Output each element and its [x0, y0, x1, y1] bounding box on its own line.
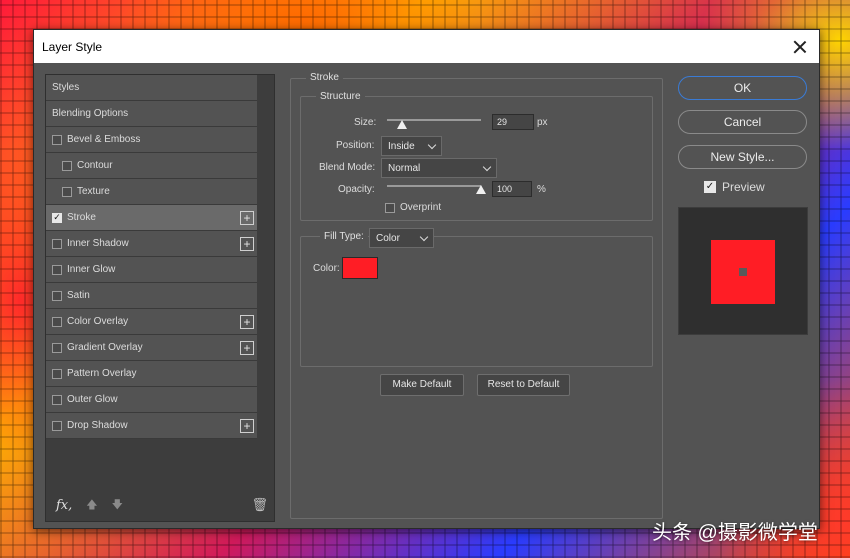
style-item-label: Stroke	[67, 212, 96, 223]
move-down-icon[interactable]: 🡇	[112, 496, 123, 515]
new-style-button[interactable]: New Style...	[678, 145, 807, 169]
style-checkbox[interactable]	[62, 186, 72, 197]
opacity-slider-track[interactable]	[387, 185, 481, 187]
styles-list: Styles Blending Options Bevel & Emboss Cont…	[45, 74, 275, 522]
position-select[interactable]: Inside	[381, 136, 442, 156]
opacity-label: Opacity:	[338, 184, 375, 195]
style-checkbox[interactable]	[62, 160, 72, 171]
chevron-down-icon	[427, 140, 437, 150]
fill-type-label: Fill Type:	[320, 231, 368, 242]
style-item-label: Color Overlay	[67, 316, 129, 327]
style-item-label: Inner Glow	[67, 264, 116, 275]
add-instance-icon[interactable]: +	[240, 315, 254, 329]
reset-to-default-button[interactable]: Reset to Default	[477, 374, 570, 396]
overprint-label: Overprint	[400, 202, 442, 213]
blend-mode-select[interactable]: Normal	[381, 158, 497, 178]
style-item-inner-glow[interactable]: Inner Glow	[46, 257, 258, 283]
style-checkbox[interactable]	[52, 264, 62, 275]
style-item-color-overlay[interactable]: Color Overlay +	[46, 309, 258, 335]
fx-menu-icon[interactable]: fx,	[56, 498, 72, 513]
style-checkbox[interactable]	[52, 290, 62, 301]
add-instance-icon[interactable]: +	[240, 419, 254, 433]
style-checkbox[interactable]: ✓	[52, 212, 62, 223]
style-item-gradient-overlay[interactable]: Gradient Overlay +	[46, 335, 258, 361]
chevron-down-icon	[419, 232, 429, 242]
make-default-button[interactable]: Make Default	[380, 374, 464, 396]
stroke-title: Stroke	[306, 72, 343, 83]
style-item-label: Styles	[52, 82, 80, 93]
delete-icon[interactable]: 🗑	[251, 497, 268, 513]
watermark-text: 头条 @摄影微学堂	[652, 522, 818, 544]
position-label: Position:	[336, 140, 375, 151]
style-checkbox[interactable]	[52, 394, 62, 405]
stroke-color-swatch[interactable]	[342, 257, 378, 279]
fill-type-value: Color	[376, 233, 400, 244]
chevron-down-icon	[482, 162, 492, 172]
style-checkbox[interactable]	[52, 342, 62, 353]
styles-list-footer: fx, 🡅 🡇 🗑	[46, 489, 268, 521]
style-checkbox[interactable]	[52, 238, 62, 249]
style-item-bevel-emboss[interactable]: Bevel & Emboss	[46, 127, 258, 153]
style-item-contour[interactable]: Contour	[46, 153, 258, 179]
add-instance-icon[interactable]: +	[240, 211, 254, 225]
layer-style-dialog: Layer Style Styles Blending Options Bevel …	[33, 29, 820, 529]
style-item-drop-shadow[interactable]: Drop Shadow +	[46, 413, 258, 439]
overprint-checkbox[interactable]	[385, 203, 395, 213]
style-item-label: Contour	[77, 160, 113, 171]
window-title: Layer Style	[42, 39, 103, 54]
style-item-label: Blending Options	[52, 108, 129, 119]
style-item-outer-glow[interactable]: Outer Glow	[46, 387, 258, 413]
preview-checkbox[interactable]: ✓	[704, 181, 716, 193]
opacity-unit: %	[537, 184, 546, 195]
style-item-texture[interactable]: Texture	[46, 179, 258, 205]
style-item-label: Texture	[77, 186, 110, 197]
style-item-label: Pattern Overlay	[67, 368, 137, 379]
preview-thumbnail	[678, 207, 808, 335]
add-instance-icon[interactable]: +	[240, 237, 254, 251]
ok-button[interactable]: OK	[678, 76, 807, 100]
preview-stroke-square	[711, 240, 775, 304]
cancel-button[interactable]: Cancel	[678, 110, 807, 134]
styles-list-scrollbar[interactable]	[257, 75, 274, 521]
style-item-pattern-overlay[interactable]: Pattern Overlay	[46, 361, 258, 387]
style-item-label: Drop Shadow	[67, 420, 128, 431]
styles-list-rows: Styles Blending Options Bevel & Emboss Cont…	[46, 75, 258, 439]
opacity-slider-thumb[interactable]	[476, 185, 486, 194]
size-unit: px	[537, 117, 548, 128]
style-item-inner-shadow[interactable]: Inner Shadow +	[46, 231, 258, 257]
style-item-label: Bevel & Emboss	[67, 134, 141, 145]
fx-sub-label: ,	[68, 497, 73, 513]
fill-type-select[interactable]: Color	[369, 228, 434, 248]
style-checkbox[interactable]	[52, 368, 62, 379]
blend-mode-label: Blend Mode:	[319, 162, 376, 173]
preview-label: Preview	[722, 180, 765, 194]
preview-center	[739, 268, 747, 276]
position-value: Inside	[388, 141, 415, 152]
style-item-label: Satin	[67, 290, 90, 301]
fill-type-group	[300, 236, 653, 367]
style-checkbox[interactable]	[52, 316, 62, 327]
style-item-label: Gradient Overlay	[67, 342, 143, 353]
style-item-styles[interactable]: Styles	[46, 75, 258, 101]
style-item-satin[interactable]: Satin	[46, 283, 258, 309]
style-checkbox[interactable]	[52, 134, 62, 145]
style-item-blending-options[interactable]: Blending Options	[46, 101, 258, 127]
opacity-input[interactable]: 100	[492, 181, 532, 197]
close-icon[interactable]	[791, 38, 809, 56]
style-item-stroke[interactable]: ✓ Stroke +	[46, 205, 258, 231]
fx-label: fx	[56, 497, 69, 513]
style-checkbox[interactable]	[52, 420, 62, 431]
blend-mode-value: Normal	[388, 163, 421, 174]
style-item-label: Inner Shadow	[67, 238, 129, 249]
structure-title: Structure	[316, 91, 365, 102]
title-bar: Layer Style	[34, 30, 819, 63]
size-label: Size:	[354, 117, 377, 128]
add-instance-icon[interactable]: +	[240, 341, 254, 355]
size-input[interactable]: 29	[492, 114, 534, 130]
size-slider-thumb[interactable]	[397, 120, 407, 129]
move-up-icon[interactable]: 🡅	[86, 496, 97, 515]
color-label: Color:	[313, 263, 340, 274]
style-item-label: Outer Glow	[67, 394, 118, 405]
